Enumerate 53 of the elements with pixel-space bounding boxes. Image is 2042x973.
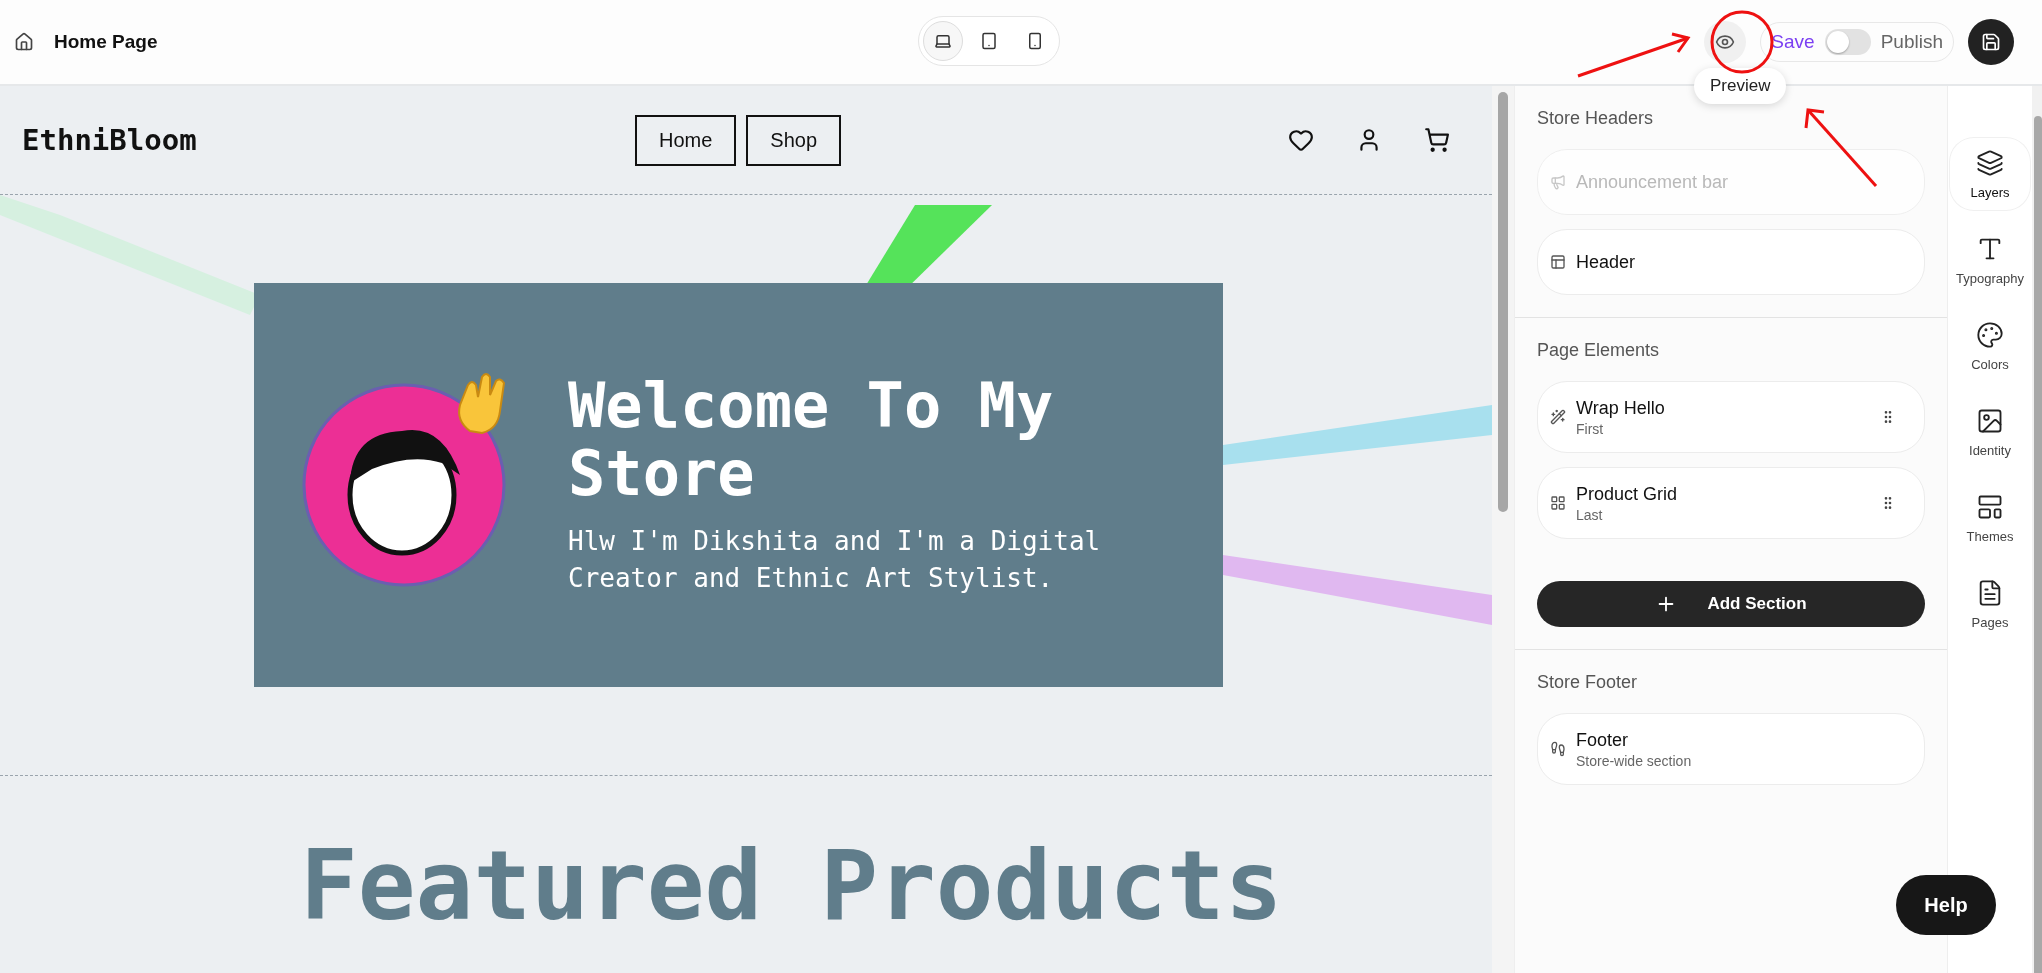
phone-icon xyxy=(1026,32,1044,50)
sidebar-tab[interactable]: Identity xyxy=(1950,396,2030,468)
layer-position: Store-wide section xyxy=(1576,752,1693,769)
layer-item[interactable]: Wrap Hello First xyxy=(1537,381,1925,453)
nav-link[interactable]: Home xyxy=(635,114,737,166)
announcement-icon xyxy=(1550,174,1566,190)
footer-icon xyxy=(1550,741,1566,757)
layer-name: Footer xyxy=(1576,729,1630,751)
layer-name: Product Grid xyxy=(1576,483,1679,505)
section-title: Store Headers xyxy=(1537,108,1655,129)
page-title: Home Page xyxy=(54,31,158,53)
save-button[interactable] xyxy=(1968,19,2014,65)
hero-subtitle: Hlw I'm Dikshita and I'm a Digital Creator and Ethnic Art Stylist. xyxy=(568,524,1102,596)
desktop-view-button[interactable] xyxy=(923,21,963,61)
colors-icon xyxy=(1976,320,2004,349)
sidebar-tab[interactable]: Colors xyxy=(1950,310,2030,382)
home-icon[interactable] xyxy=(14,32,34,52)
eye-icon xyxy=(1715,32,1736,52)
section-title: Store Footer xyxy=(1537,672,1639,693)
layer-item[interactable]: Footer Store-wide section xyxy=(1537,713,1925,785)
section-heading: Featured Products xyxy=(300,836,1284,937)
layer-name: Announcement bar xyxy=(1576,171,1730,193)
publish-label: Publish xyxy=(1880,31,1943,53)
tablet-icon xyxy=(980,32,998,50)
header-icon xyxy=(1550,254,1566,270)
wand-icon xyxy=(1550,409,1566,425)
layer-item[interactable]: Product Grid Last xyxy=(1537,467,1925,539)
cart-icon[interactable] xyxy=(1424,127,1450,153)
section-title: Page Elements xyxy=(1537,340,1661,361)
hero-title: Welcome To My Store xyxy=(568,372,1055,509)
highlight-circle xyxy=(1710,10,1774,74)
preview-button[interactable] xyxy=(1704,21,1747,63)
sidebar-tab[interactable]: Layers xyxy=(1950,138,2030,210)
layer-name: Header xyxy=(1576,251,1637,273)
layer-name: Wrap Hello xyxy=(1576,397,1666,419)
save-link[interactable]: Save xyxy=(1771,31,1815,53)
sidebar-tab[interactable]: Pages xyxy=(1950,568,2030,640)
layer-item[interactable]: Header xyxy=(1537,229,1925,295)
layers-icon xyxy=(1976,148,2004,177)
store-logo[interactable]: EthniBloom xyxy=(22,123,197,157)
scrollbar[interactable] xyxy=(2034,116,2042,973)
add-section-button[interactable]: Add Section xyxy=(1537,581,1925,627)
heart-icon[interactable] xyxy=(1288,127,1314,153)
sidebar-tab[interactable]: Typography xyxy=(1950,224,2030,296)
layer-position: First xyxy=(1576,420,1605,437)
laptop-icon xyxy=(934,32,952,50)
preview-tooltip: Preview xyxy=(1694,68,1787,104)
nav-link[interactable]: Shop xyxy=(746,114,842,166)
publish-toggle[interactable] xyxy=(1824,29,1871,55)
grid-icon xyxy=(1550,495,1566,511)
scrollbar[interactable] xyxy=(1498,92,1508,512)
layer-position: Last xyxy=(1576,506,1604,523)
sidebar-tab[interactable]: Themes xyxy=(1950,482,2030,554)
